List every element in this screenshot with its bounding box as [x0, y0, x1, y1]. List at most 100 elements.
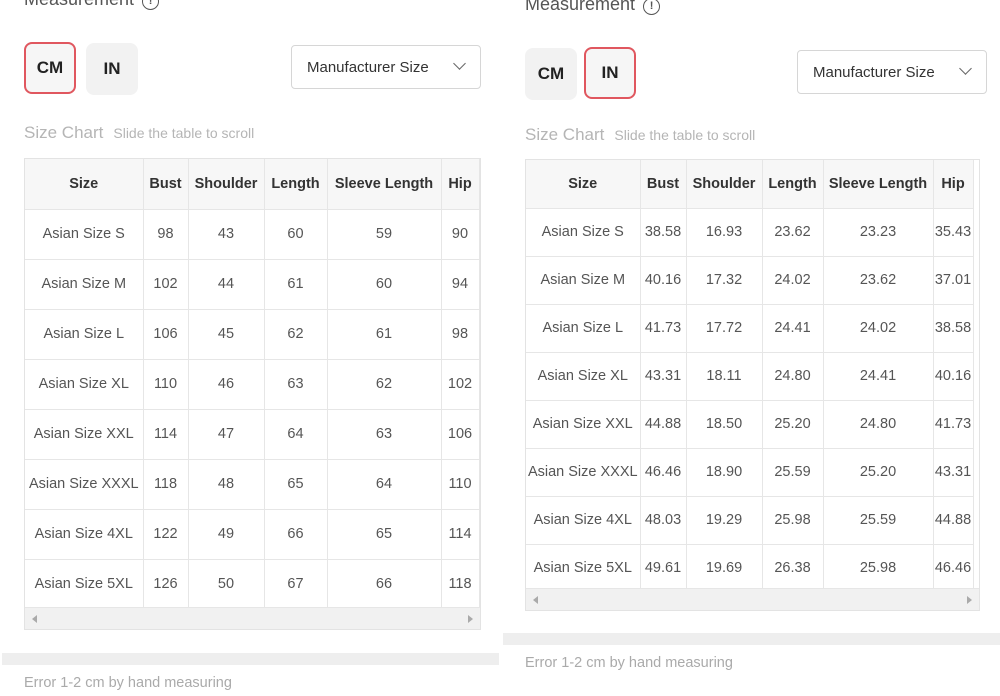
- value-cell: 17.32: [686, 256, 763, 305]
- manufacturer-size-select[interactable]: Manufacturer Size: [291, 45, 481, 89]
- chevron-down-icon: [959, 62, 972, 75]
- value-cell: 38.58: [933, 304, 974, 353]
- value-cell: 106: [441, 409, 480, 460]
- value-cell: 44: [188, 259, 265, 310]
- value-cell: 43: [188, 209, 265, 260]
- value-cell: 60: [327, 259, 442, 310]
- size-cell: Asian Size S: [25, 209, 144, 260]
- value-cell: 26.38: [762, 544, 824, 593]
- column-header: Shoulder: [188, 159, 265, 210]
- column-header: Sleeve Length: [823, 160, 934, 209]
- value-cell: 118: [441, 559, 480, 610]
- size-cell: Asian Size XXL: [25, 409, 144, 460]
- value-cell: 102: [143, 259, 189, 310]
- size-cell: Asian Size XXL: [526, 400, 641, 449]
- size-cell: Asian Size 5XL: [25, 559, 144, 610]
- value-cell: 44.88: [640, 400, 687, 449]
- arrow-right-icon[interactable]: [468, 615, 473, 623]
- value-cell: 18.11: [686, 352, 763, 401]
- value-cell: 126: [143, 559, 189, 610]
- value-cell: 67: [264, 559, 328, 610]
- table-row: Asian Size 4XL 48.03 19.29 25.98 25.59 44.88: [526, 496, 974, 545]
- size-cell: Asian Size L: [25, 309, 144, 360]
- value-cell: 47: [188, 409, 265, 460]
- arrow-right-icon[interactable]: [967, 596, 972, 604]
- value-cell: 48.03: [640, 496, 687, 545]
- value-cell: 61: [264, 259, 328, 310]
- column-header: Length: [264, 159, 328, 210]
- size-panel-cm: Measurement! CM IN Manufacturer Size Siz…: [0, 0, 500, 696]
- value-cell: 65: [327, 509, 442, 560]
- value-cell: 41.73: [640, 304, 687, 353]
- value-cell: 25.59: [762, 448, 824, 497]
- value-cell: 48: [188, 459, 265, 510]
- measurement-heading: Measurement!: [525, 0, 661, 15]
- value-cell: 19.29: [686, 496, 763, 545]
- value-cell: 24.80: [823, 400, 934, 449]
- table-row: Asian Size M 102 44 61 60 94: [25, 259, 480, 310]
- manufacturer-size-select[interactable]: Manufacturer Size: [797, 50, 987, 94]
- horizontal-scrollbar[interactable]: [526, 588, 979, 610]
- section-divider: [2, 653, 499, 665]
- table-row: Asian Size XXXL 46.46 18.90 25.59 25.20 43.31: [526, 448, 974, 497]
- scroll-hint: Slide the table to scroll: [614, 127, 756, 143]
- value-cell: 25.20: [823, 448, 934, 497]
- size-chart-heading: Size Chart Slide the table to scroll: [24, 123, 254, 143]
- info-icon[interactable]: !: [142, 0, 160, 10]
- value-cell: 114: [441, 509, 480, 560]
- value-cell: 40.16: [933, 352, 974, 401]
- value-cell: 17.72: [686, 304, 763, 353]
- table-row: Asian Size M 40.16 17.32 24.02 23.62 37.01: [526, 256, 974, 305]
- table-row: Asian Size S 98 43 60 59 90: [25, 209, 480, 260]
- size-cell: Asian Size XL: [25, 359, 144, 410]
- table-row: Asian Size 5XL 126 50 67 66 118: [25, 559, 480, 610]
- size-cell: Asian Size XL: [526, 352, 641, 401]
- size-table: Size Bust Shoulder Length Sleeve Length Hip As…: [526, 160, 974, 593]
- value-cell: 98: [143, 209, 189, 260]
- table-row: Asian Size L 106 45 62 61 98: [25, 309, 480, 360]
- unit-in-button[interactable]: IN: [584, 47, 636, 99]
- scroll-hint: Slide the table to scroll: [113, 125, 255, 141]
- unit-in-button[interactable]: IN: [86, 43, 138, 95]
- column-header: Bust: [640, 160, 687, 209]
- table-row: Asian Size XL 43.31 18.11 24.80 24.41 40.16: [526, 352, 974, 401]
- value-cell: 46: [188, 359, 265, 410]
- value-cell: 35.43: [933, 208, 974, 257]
- chevron-down-icon: [453, 57, 466, 70]
- value-cell: 61: [327, 309, 442, 360]
- value-cell: 41.73: [933, 400, 974, 449]
- table-row: Asian Size XXXL 118 48 65 64 110: [25, 459, 480, 510]
- arrow-left-icon[interactable]: [533, 596, 538, 604]
- unit-cm-button[interactable]: CM: [24, 42, 76, 94]
- value-cell: 110: [441, 459, 480, 510]
- horizontal-scrollbar[interactable]: [25, 607, 480, 629]
- value-cell: 46.46: [933, 544, 974, 593]
- size-table-scroll-area[interactable]: Size Bust Shoulder Length Sleeve Length Hip As…: [24, 158, 481, 630]
- column-header: Hip: [933, 160, 974, 209]
- value-cell: 25.98: [762, 496, 824, 545]
- value-cell: 49: [188, 509, 265, 560]
- column-header: Length: [762, 160, 824, 209]
- table-header-row: Size Bust Shoulder Length Sleeve Length Hip: [25, 159, 480, 210]
- column-header: Size: [25, 159, 144, 210]
- info-icon[interactable]: !: [643, 0, 661, 15]
- size-chart-heading: Size Chart Slide the table to scroll: [525, 125, 755, 145]
- size-cell: Asian Size 4XL: [25, 509, 144, 560]
- table-header-row: Size Bust Shoulder Length Sleeve Length Hip: [526, 160, 974, 209]
- table-row: Asian Size XXL 44.88 18.50 25.20 24.80 41.73: [526, 400, 974, 449]
- value-cell: 102: [441, 359, 480, 410]
- value-cell: 66: [264, 509, 328, 560]
- size-cell: Asian Size L: [526, 304, 641, 353]
- size-table-scroll-area[interactable]: Size Bust Shoulder Length Sleeve Length Hip As…: [525, 159, 980, 611]
- measuring-note: Error 1-2 cm by hand measuring: [24, 675, 232, 691]
- unit-cm-button[interactable]: CM: [525, 48, 577, 100]
- value-cell: 24.02: [762, 256, 824, 305]
- arrow-left-icon[interactable]: [32, 615, 37, 623]
- size-panel-in: Measurement! CM IN Manufacturer Size Siz…: [503, 0, 1000, 696]
- value-cell: 24.41: [823, 352, 934, 401]
- value-cell: 114: [143, 409, 189, 460]
- size-cell: Asian Size XXXL: [526, 448, 641, 497]
- column-header: Size: [526, 160, 641, 209]
- value-cell: 40.16: [640, 256, 687, 305]
- value-cell: 45: [188, 309, 265, 360]
